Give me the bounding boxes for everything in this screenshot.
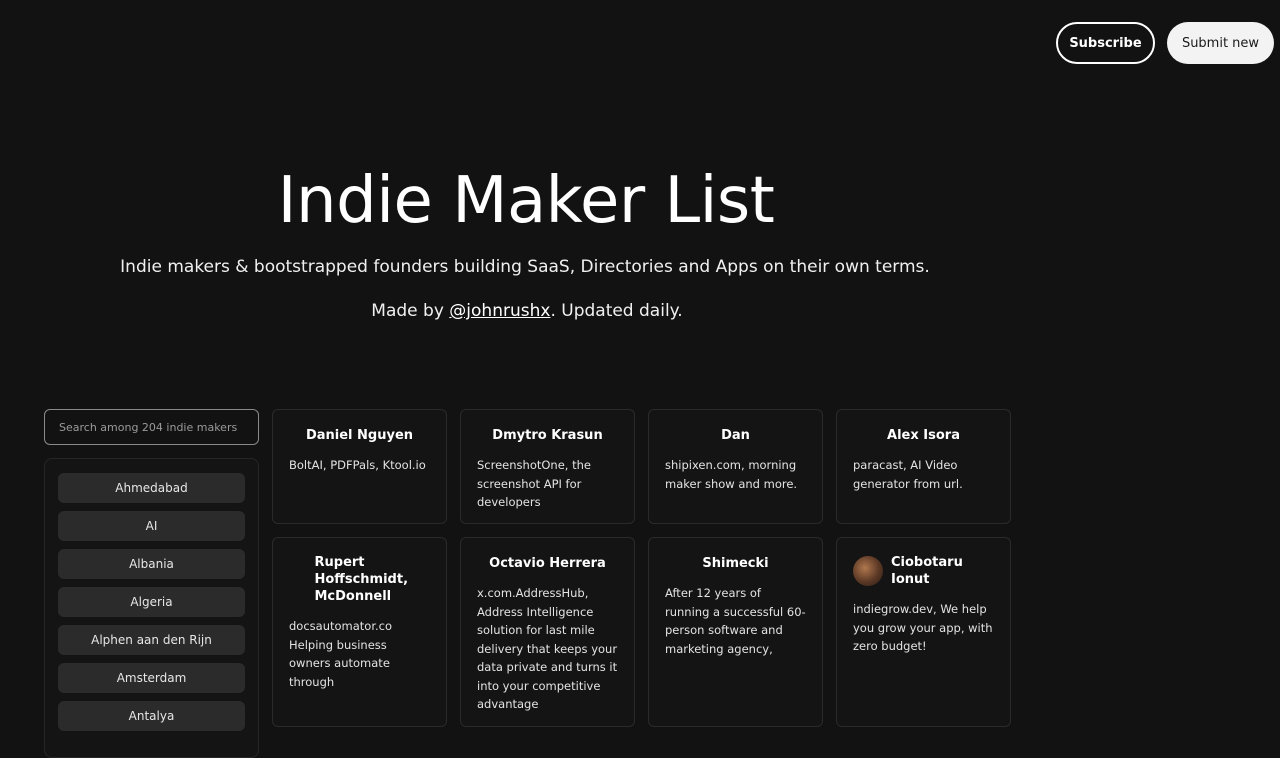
maker-description: docsautomator.co Helping business owners…: [289, 619, 393, 689]
maker-description: indiegrow.dev, We help you grow your app…: [853, 602, 993, 653]
maker-name: Octavio Herrera: [489, 555, 606, 571]
maker-name: Ciobotaru Ionut: [891, 555, 963, 587]
sidebar-item-amsterdam[interactable]: Amsterdam: [58, 663, 245, 693]
sidebar-item-alphen[interactable]: Alphen aan den Rijn: [58, 625, 245, 655]
card-header: Octavio Herrera: [477, 554, 618, 572]
card-header: Dmytro Krasun: [477, 426, 618, 444]
maker-card[interactable]: Ciobotaru Ionut indiegrow.dev, We help y…: [836, 537, 1011, 727]
maker-description: paracast, AI Video generator from url.: [853, 458, 963, 491]
submit-new-button[interactable]: Submit new: [1167, 22, 1274, 64]
sidebar-item-algeria[interactable]: Algeria: [58, 587, 245, 617]
avatar: [853, 556, 883, 586]
maker-card[interactable]: Dan shipixen.com, morning maker show and…: [648, 409, 823, 524]
maker-name: Daniel Nguyen: [305, 427, 414, 443]
maker-name: Shimecki: [702, 555, 769, 571]
maker-card[interactable]: Rupert Hoffschmidt, McDonnell docsautoma…: [272, 537, 447, 727]
top-nav: Subscribe Submit new: [1056, 22, 1274, 64]
maker-card[interactable]: Dmytro Krasun ScreenshotOne, the screens…: [460, 409, 635, 524]
subscribe-button[interactable]: Subscribe: [1056, 22, 1155, 64]
made-by-prefix: Made by: [371, 301, 450, 321]
maker-card[interactable]: Shimecki After 12 years of running a suc…: [648, 537, 823, 727]
maker-card[interactable]: Daniel Nguyen BoltAI, PDFPals, Ktool.io: [272, 409, 447, 524]
card-header: Daniel Nguyen: [289, 426, 430, 444]
sidebar-item-ahmedabad[interactable]: Ahmedabad: [58, 473, 245, 503]
maker-name: Rupert Hoffschmidt, McDonnell: [314, 555, 409, 604]
maker-card[interactable]: Alex Isora paracast, AI Video generator …: [836, 409, 1011, 524]
author-link[interactable]: @johnrushx: [449, 301, 550, 321]
page-subtitle: Indie makers & bootstrapped founders bui…: [120, 257, 930, 277]
card-header: Ciobotaru Ionut: [853, 554, 994, 588]
search-input[interactable]: [44, 409, 259, 445]
card-header: Shimecki: [665, 554, 806, 572]
maker-description: shipixen.com, morning maker show and mor…: [665, 458, 798, 491]
maker-name: Dan: [721, 427, 750, 443]
card-header: Alex Isora: [853, 426, 994, 444]
maker-description: ScreenshotOne, the screenshot API for de…: [477, 458, 591, 509]
maker-grid: Daniel Nguyen BoltAI, PDFPals, Ktool.io …: [272, 409, 1011, 727]
filter-sidebar: Ahmedabad AI Albania Algeria Alphen aan …: [44, 458, 259, 758]
card-header: Rupert Hoffschmidt, McDonnell: [289, 554, 430, 605]
sidebar-item-antalya[interactable]: Antalya: [58, 701, 245, 731]
maker-description: After 12 years of running a successful 6…: [665, 586, 806, 656]
maker-card[interactable]: Octavio Herrera x.com.AddressHub, Addres…: [460, 537, 635, 727]
maker-name: Alex Isora: [887, 427, 960, 443]
sidebar-item-albania[interactable]: Albania: [58, 549, 245, 579]
maker-name: Dmytro Krasun: [492, 427, 603, 443]
card-header: Dan: [665, 426, 806, 444]
made-by-suffix: . Updated daily.: [550, 301, 683, 321]
sidebar-item-ai[interactable]: AI: [58, 511, 245, 541]
page-title: Indie Maker List: [277, 164, 775, 238]
made-by-line: Made by @johnrushx. Updated daily.: [0, 301, 1054, 321]
maker-description: x.com.AddressHub, Address Intelligence s…: [477, 586, 618, 711]
maker-description: BoltAI, PDFPals, Ktool.io: [289, 458, 426, 472]
